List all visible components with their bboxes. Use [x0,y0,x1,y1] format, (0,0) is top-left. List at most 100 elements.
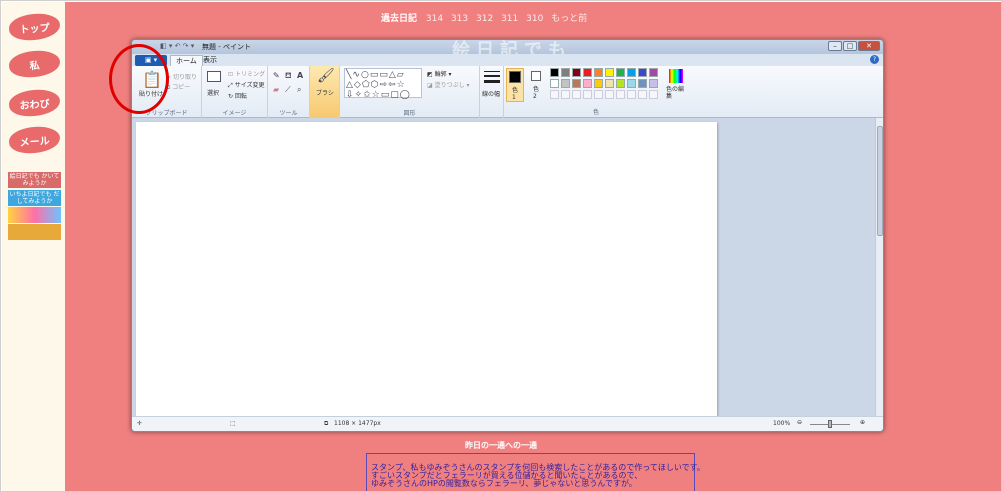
drawing-canvas[interactable] [136,122,717,416]
letter-textbox: スタンプ、私もゆみぞうさんのスタンプを何回も検索したことがあるので作ってほしいで… [366,453,705,491]
ribbon: 📋 貼り付け ✂ 切り取り ⧉ コピー クリップボード 選択 ⊡ トリミング ⤢… [132,66,883,118]
custom-color-swatch[interactable] [627,90,636,99]
fill-button[interactable]: ◪ 塗りつぶし ▾ [427,80,470,89]
status-bar: ✛ ⬚ ⧉ 1108 × 1477px 100% ⊖ ⊕ [132,416,883,431]
custom-color-swatch[interactable] [605,90,614,99]
zoom-out-icon[interactable]: ⊖ [797,419,802,426]
window-title: 無題 - ペイント [202,43,251,51]
zoom-level: 100% [773,420,791,427]
palette-swatch[interactable] [627,79,636,88]
image-group: 選択 ⊡ トリミング ⤢ サイズ変更 ↻ 回転 イメージ [202,66,268,118]
palette-swatch[interactable] [583,68,592,77]
palette-swatch[interactable] [616,68,625,77]
banner-character[interactable] [8,207,61,223]
text-icon[interactable]: A [297,72,303,80]
banner-gold[interactable] [8,224,61,240]
palette-swatch[interactable] [605,68,614,77]
outline-button[interactable]: ◩ 輪郭 ▾ [427,69,452,78]
zoom-in-icon[interactable]: ⊕ [860,419,865,426]
banner-picture-diary[interactable]: 絵日記でも かいてみようか [8,172,61,188]
screenshot: トップ 私 おわび メール 絵日記でも かいてみようか いちよ日記でも だしてみ… [0,0,1002,492]
fill-icon[interactable]: ⛾ [285,72,292,80]
past-link-312[interactable]: 312 [476,14,493,24]
past-link-310[interactable]: 310 [526,14,543,24]
brush-label: ブラシ [316,90,334,97]
quick-access-toolbar[interactable]: ◧ ▾ ↶ ↷ ▾ [160,42,194,50]
maximize-button[interactable]: □ [843,41,857,51]
edit-colors-label: 色の編集 [666,86,685,100]
image-label: イメージ [222,110,247,117]
pencil-icon[interactable]: ✎ [273,72,280,80]
select-icon[interactable] [207,71,221,82]
canvas-area [132,118,883,416]
palette-swatch[interactable] [572,68,581,77]
size-group[interactable]: 線の幅 [480,66,504,118]
past-link-313[interactable]: 313 [451,14,468,24]
palette-swatch[interactable] [561,79,570,88]
custom-color-swatch[interactable] [638,90,647,99]
eraser-icon[interactable]: ▰ [273,86,279,94]
copy-button[interactable]: ⧉ コピー [166,82,190,92]
color-picker-icon[interactable]: ⟋ [285,86,291,94]
palette-swatch[interactable] [627,68,636,77]
nav-apology-button[interactable]: おわび [8,88,61,118]
tools-label: ツール [279,110,298,117]
past-link-more[interactable]: もっと前 [551,14,587,24]
custom-color-swatch[interactable] [594,90,603,99]
nav-top-button[interactable]: トップ [8,12,61,42]
size-label: 線の幅 [482,91,501,98]
cursor-position-icon: ✛ [137,420,143,427]
past-link-311[interactable]: 311 [501,14,518,24]
tab-view[interactable]: 表示 [198,55,222,66]
palette-swatch[interactable] [638,79,647,88]
brush-icon: 🖌 [317,68,335,84]
brush-group[interactable]: 🖌 ブラシ [310,66,340,118]
palette-swatch[interactable] [550,79,559,88]
nav-mail-button[interactable]: メール [8,125,61,155]
section-caption: 昨日の一通への一通 [465,441,537,450]
custom-color-swatch[interactable] [649,90,658,99]
nav-me-button[interactable]: 私 [8,49,61,79]
palette-swatch[interactable] [649,79,658,88]
shapes-gallery[interactable]: ╲∿○▭▭△▱ △◇⬠⬡⇨⇦☆ ⇩✧✩☆▭▢◯ [344,68,422,100]
rotate-button[interactable]: ↻ 回転 [228,91,247,100]
vertical-scrollbar[interactable] [875,118,883,416]
help-icon[interactable]: ? [870,55,879,64]
color1-selector[interactable]: 色 1 [506,68,524,102]
resize-button[interactable]: ⤢ サイズ変更 [228,80,265,90]
magnifier-icon[interactable]: ⌕ [297,86,301,94]
crop-button[interactable]: ⊡ トリミング [228,69,265,78]
edit-colors-icon [669,69,683,83]
custom-color-swatch[interactable] [561,90,570,99]
palette-swatch[interactable] [561,68,570,77]
cut-button[interactable]: ✂ 切り取り [166,72,197,81]
selection-size-icon: ⬚ [230,420,236,427]
custom-color-swatch[interactable] [616,90,625,99]
banner-diary[interactable]: いちよ日記でも だしてみようか [8,190,61,206]
scroll-thumb[interactable] [877,126,883,236]
custom-color-swatch[interactable] [572,90,581,99]
zoom-slider-thumb[interactable] [828,420,832,428]
custom-color-swatch[interactable] [583,90,592,99]
close-button[interactable]: ✕ [858,41,880,51]
letter-line-3: ゆみぞうさんのHPの閲覧数ならフェラーリ、夢じゃないと思うんですが。 [371,479,637,488]
past-link-314[interactable]: 314 [426,14,443,24]
palette-swatch[interactable] [572,79,581,88]
color2-selector[interactable]: 色 2 [528,68,546,102]
palette-swatch[interactable] [649,68,658,77]
window-controls: – □ ✕ [828,41,880,51]
palette-swatch[interactable] [550,68,559,77]
minimize-button[interactable]: – [828,41,842,51]
paint-window: ◧ ▾ ↶ ↷ ▾ 無題 - ペイント 絵日記でも – □ ✕ ▣ ▾ ホーム … [131,39,884,432]
palette-swatch[interactable] [616,79,625,88]
palette-swatch[interactable] [594,79,603,88]
left-navigation: トップ 私 おわび メール 絵日記でも かいてみようか いちよ日記でも だしてみ… [2,2,65,491]
image-dimensions: 1108 × 1477px [334,420,381,427]
palette-swatch[interactable] [638,68,647,77]
shapes-group: ╲∿○▭▭△▱ △◇⬠⬡⇨⇦☆ ⇩✧✩☆▭▢◯ ◩ 輪郭 ▾ ◪ 塗りつぶし ▾ 図… [340,66,480,118]
palette-swatch[interactable] [583,79,592,88]
palette-swatch[interactable] [594,68,603,77]
select-button[interactable]: 選択 [207,88,219,97]
custom-color-swatch[interactable] [550,90,559,99]
palette-swatch[interactable] [605,79,614,88]
